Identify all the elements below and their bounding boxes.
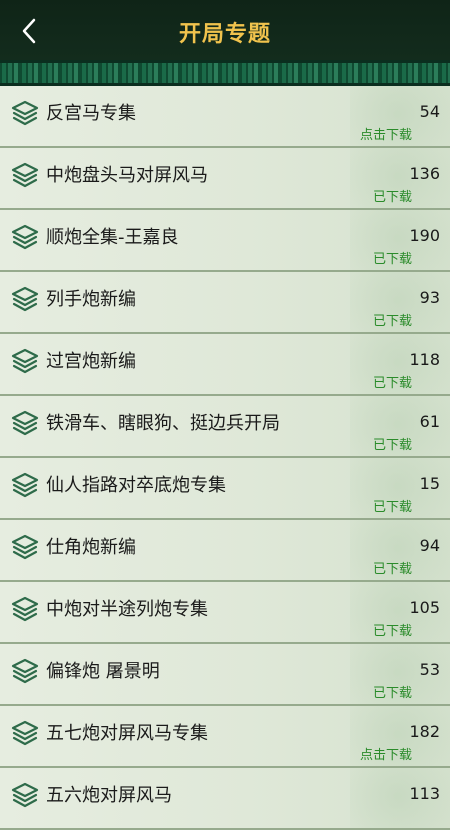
layers-icon — [11, 100, 39, 126]
download-status[interactable]: 点击下载 — [360, 124, 412, 143]
download-status[interactable]: 点击下载 — [360, 744, 412, 763]
list-item[interactable]: 过宫炮新编 118 已下载 — [0, 334, 450, 396]
layers-icon — [11, 720, 39, 746]
layers-icon — [11, 472, 39, 498]
item-count: 105 — [409, 598, 440, 617]
layers-icon — [11, 658, 39, 684]
layers-icon — [11, 596, 39, 622]
topic-list: 反宫马专集 54 点击下载 中炮盘头马对屏风马 136 已下载 顺炮全集-王嘉良… — [0, 86, 450, 830]
download-status[interactable]: 已下载 — [373, 248, 412, 267]
list-item[interactable]: 偏锋炮 屠景明 53 已下载 — [0, 644, 450, 706]
list-item[interactable]: 顺炮全集-王嘉良 190 已下载 — [0, 210, 450, 272]
item-count: 15 — [419, 474, 440, 493]
item-title: 仙人指路对卒底炮专集 — [46, 475, 226, 496]
list-item[interactable]: 中炮盘头马对屏风马 136 已下载 — [0, 148, 450, 210]
item-title: 仕角炮新编 — [46, 537, 136, 558]
item-title: 列手炮新编 — [46, 289, 136, 310]
download-status[interactable]: 已下载 — [373, 372, 412, 391]
list-item[interactable]: 列手炮新编 93 已下载 — [0, 272, 450, 334]
item-count: 93 — [419, 288, 440, 307]
list-item[interactable]: 五七炮对屏风马专集 182 点击下载 — [0, 706, 450, 768]
download-status[interactable]: 已下载 — [373, 682, 412, 701]
download-status[interactable]: 已下载 — [373, 186, 412, 205]
item-count: 182 — [409, 722, 440, 741]
item-count: 54 — [419, 102, 440, 121]
item-title: 五七炮对屏风马专集 — [46, 723, 208, 744]
layers-icon — [11, 782, 39, 808]
layers-icon — [11, 224, 39, 250]
page-title: 开局专题 — [178, 22, 271, 47]
item-count: 136 — [409, 164, 440, 183]
item-title: 偏锋炮 屠景明 — [46, 661, 160, 682]
item-count: 61 — [419, 412, 440, 431]
header-bar: 开局专题 — [0, 0, 450, 60]
download-status[interactable]: 已下载 — [373, 620, 412, 639]
list-item[interactable]: 铁滑车、瞎眼狗、挺边兵开局 61 已下载 — [0, 396, 450, 458]
download-status[interactable]: 已下载 — [373, 558, 412, 577]
item-count: 94 — [419, 536, 440, 555]
item-title: 中炮对半途列炮专集 — [46, 599, 208, 620]
layers-icon — [11, 162, 39, 188]
list-item[interactable]: 五六炮对屏风马 113 — [0, 768, 450, 830]
list-item[interactable]: 仙人指路对卒底炮专集 15 已下载 — [0, 458, 450, 520]
item-title: 铁滑车、瞎眼狗、挺边兵开局 — [46, 413, 280, 434]
list-item[interactable]: 仕角炮新编 94 已下载 — [0, 520, 450, 582]
decorative-pattern-border — [0, 60, 450, 86]
item-title: 顺炮全集-王嘉良 — [46, 227, 179, 248]
list-item[interactable]: 反宫马专集 54 点击下载 — [0, 86, 450, 148]
layers-icon — [11, 534, 39, 560]
item-count: 118 — [409, 350, 440, 369]
download-status[interactable]: 已下载 — [373, 310, 412, 329]
item-count: 113 — [409, 784, 440, 803]
item-title: 五六炮对屏风马 — [46, 785, 172, 806]
layers-icon — [11, 410, 39, 436]
download-status[interactable]: 已下载 — [373, 496, 412, 515]
download-status[interactable]: 已下载 — [373, 434, 412, 453]
item-count: 190 — [409, 226, 440, 245]
item-title: 中炮盘头马对屏风马 — [46, 165, 208, 186]
item-count: 53 — [419, 660, 440, 679]
item-title: 反宫马专集 — [46, 103, 136, 124]
list-item[interactable]: 中炮对半途列炮专集 105 已下载 — [0, 582, 450, 644]
layers-icon — [11, 348, 39, 374]
layers-icon — [11, 286, 39, 312]
item-title: 过宫炮新编 — [46, 351, 136, 372]
